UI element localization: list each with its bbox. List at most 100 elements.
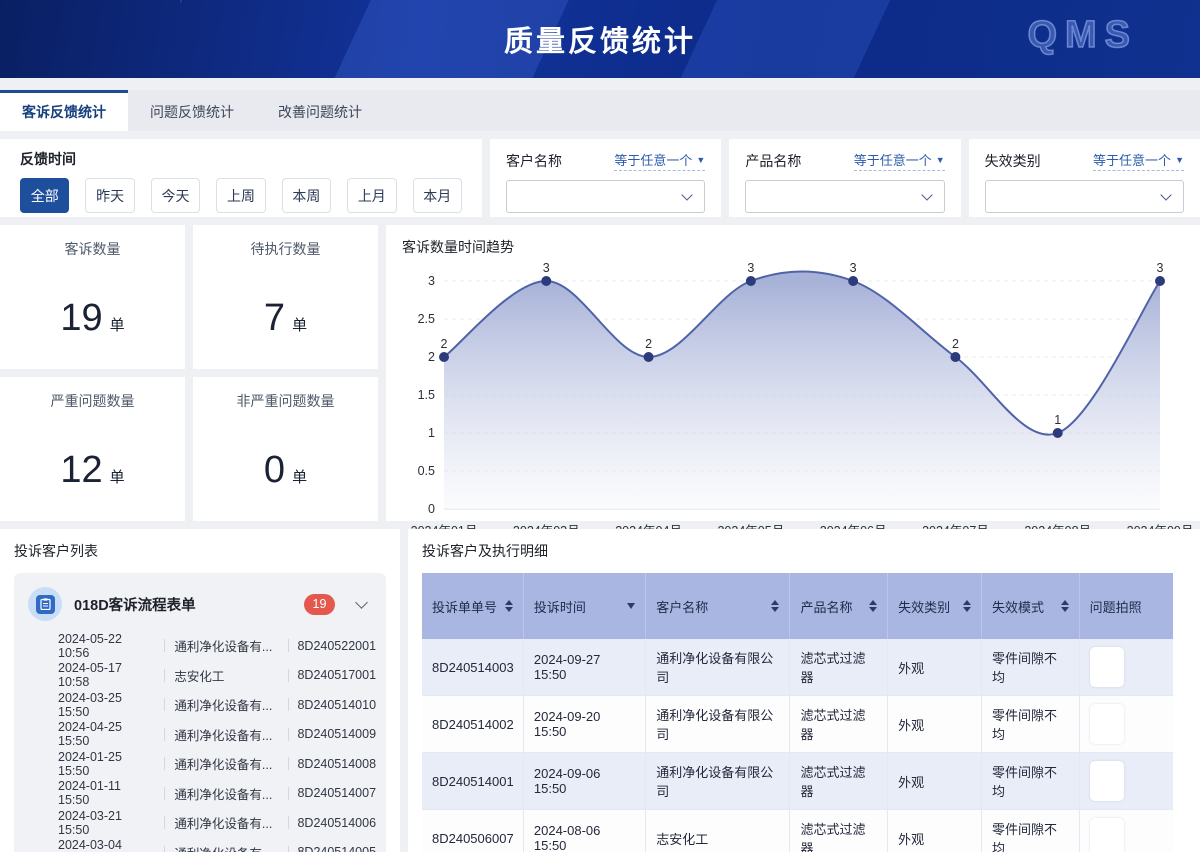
svg-text:1: 1: [1054, 413, 1061, 427]
tab-2[interactable]: 问题反馈统计: [128, 90, 256, 131]
svg-text:0: 0: [428, 502, 435, 516]
divider: [164, 787, 165, 800]
item-time: 2024-05-17 10:58: [58, 661, 155, 689]
product-select[interactable]: [745, 180, 944, 213]
app-header: 质量反馈统计 QMS: [0, 0, 1200, 78]
chevron-down-icon: [682, 189, 693, 200]
item-customer: 通利净化设备有...: [174, 695, 278, 714]
cell-time: 2024-09-27 15:50: [523, 639, 645, 696]
stat-card-3: 严重问题数量 12单: [0, 377, 185, 521]
divider: [164, 846, 165, 852]
divider: [164, 698, 165, 711]
photo-thumbnail[interactable]: [1090, 647, 1124, 687]
column-label: 问题拍照: [1090, 597, 1142, 616]
stat-card-1: 客诉数量19单: [0, 225, 185, 369]
divider: [288, 639, 289, 652]
failure-category-select[interactable]: [985, 180, 1184, 213]
cell-category: 外观: [888, 810, 982, 852]
list-item[interactable]: 2024-01-11 15:50通利净化设备有...8D240514007: [58, 779, 376, 809]
customer-select[interactable]: [506, 180, 705, 213]
failure-category-operator-link[interactable]: 等于任意一个▼: [1093, 150, 1184, 171]
list-item[interactable]: 2024-03-25 15:50通利净化设备有...8D240514010: [58, 690, 376, 720]
column-label: 投诉时间: [534, 597, 586, 616]
item-code: 8D240517001: [297, 668, 376, 682]
tab-1[interactable]: 客诉反馈统计: [0, 90, 128, 131]
clipboard-icon: [28, 587, 62, 621]
cell-customer: 志安化工: [646, 810, 790, 852]
time-button-今天[interactable]: 今天: [151, 178, 200, 213]
photo-thumbnail[interactable]: [1090, 704, 1124, 744]
item-time: 2024-03-25 15:50: [58, 691, 155, 719]
stat-card-4: 非严重问题数量0单: [193, 377, 378, 521]
detail-table-header: 投诉单单号投诉时间 客户名称产品名称失效类别失效模式问题拍照: [422, 573, 1173, 639]
product-filter-panel: 产品名称 等于任意一个▼: [729, 139, 960, 217]
divider: [164, 669, 165, 682]
trend-chart: 00.511.522.53232332132024年01月2024年03月202…: [402, 259, 1184, 543]
tab-3[interactable]: 改善问题统计: [256, 90, 384, 131]
cell-category: 外观: [888, 639, 982, 696]
svg-text:3: 3: [1157, 261, 1164, 275]
photo-thumbnail[interactable]: [1090, 818, 1124, 852]
cell-customer: 通利净化设备有限公司: [646, 639, 790, 696]
column-header-order_no[interactable]: 投诉单单号: [422, 573, 523, 639]
complaint-group-header[interactable]: 018D客诉流程表单 19: [24, 581, 376, 631]
divider: [164, 757, 165, 770]
customer-operator-link[interactable]: 等于任意一个▼: [614, 150, 705, 171]
time-button-昨天[interactable]: 昨天: [85, 178, 134, 213]
divider: [288, 846, 289, 852]
list-item[interactable]: 2024-03-21 15:50通利净化设备有...8D240514006: [58, 808, 376, 838]
stats-grid: 客诉数量19单待执行数量7单严重问题数量12单非严重问题数量0单: [0, 225, 378, 521]
list-item[interactable]: 2024-03-04 15:50通利净化设备有...8D240514005: [58, 838, 376, 852]
stat-label: 严重问题数量: [0, 391, 185, 411]
time-button-group: 全部昨天今天上周本周上月本月: [20, 178, 462, 213]
divider: [164, 728, 165, 741]
time-button-上周[interactable]: 上周: [216, 178, 265, 213]
stat-value: 0: [264, 449, 285, 491]
time-button-上月[interactable]: 上月: [347, 178, 396, 213]
complaint-group-name: 018D客诉流程表单: [74, 594, 292, 615]
item-customer: 志安化工: [174, 666, 278, 685]
column-header-mode[interactable]: 失效模式: [981, 573, 1079, 639]
cell-mode: 零件间隙不均: [981, 810, 1079, 852]
customer-filter-panel: 客户名称 等于任意一个▼: [490, 139, 721, 217]
cell-product: 滤芯式过滤器: [790, 639, 888, 696]
list-item[interactable]: 2024-01-25 15:50通利净化设备有...8D240514008: [58, 749, 376, 779]
column-header-photo: 问题拍照: [1079, 573, 1173, 639]
column-header-category[interactable]: 失效类别: [888, 573, 982, 639]
table-row[interactable]: 8D2405140032024-09-27 15:50通利净化设备有限公司滤芯式…: [422, 639, 1173, 696]
time-button-本月[interactable]: 本月: [413, 178, 462, 213]
list-item[interactable]: 2024-05-17 10:58 志安化工 8D240517001: [58, 661, 376, 691]
svg-text:3: 3: [543, 261, 550, 275]
product-operator-link[interactable]: 等于任意一个▼: [854, 150, 945, 171]
divider: [288, 669, 289, 682]
table-row[interactable]: 8D2405060072024-08-06 15:50志安化工滤芯式过滤器外观零…: [422, 810, 1173, 852]
count-badge: 19: [304, 594, 335, 615]
sort-icon: [505, 600, 513, 613]
list-item[interactable]: 2024-05-22 10:56通利净化设备有...8D240522001: [58, 631, 376, 661]
detail-table-panel: 投诉客户及执行明细 投诉单单号投诉时间客户名称产品名称失效类别失效模式问题拍照 …: [408, 529, 1200, 852]
photo-thumbnail[interactable]: [1090, 761, 1124, 801]
svg-text:2: 2: [441, 337, 448, 351]
column-header-product[interactable]: 产品名称: [790, 573, 888, 639]
sort-icon: [771, 600, 779, 613]
item-customer: 通利净化设备有...: [174, 636, 278, 655]
table-row[interactable]: 8D2405140022024-09-20 15:50通利净化设备有限公司滤芯式…: [422, 696, 1173, 753]
chevron-down-icon: [921, 189, 932, 200]
cell-photo: [1079, 810, 1173, 852]
cell-category: 外观: [888, 696, 982, 753]
table-row[interactable]: 8D2405140012024-09-06 15:50通利净化设备有限公司滤芯式…: [422, 753, 1173, 810]
item-customer: 通利净化设备有...: [174, 784, 278, 803]
list-item[interactable]: 2024-04-25 15:50通利净化设备有...8D240514009: [58, 720, 376, 750]
column-header-time[interactable]: 投诉时间: [523, 573, 645, 639]
feedback-time-label: 反馈时间: [20, 149, 462, 169]
stat-label: 非严重问题数量: [193, 391, 378, 411]
stat-value-wrap: 12单: [0, 449, 185, 492]
sort-icon: [869, 600, 877, 613]
time-button-全部[interactable]: 全部: [20, 178, 69, 213]
item-customer: 通利净化设备有...: [174, 813, 278, 832]
stat-unit: 单: [110, 317, 125, 334]
time-button-本周[interactable]: 本周: [282, 178, 331, 213]
cell-mode: 零件间隙不均: [981, 639, 1079, 696]
column-header-customer[interactable]: 客户名称: [646, 573, 790, 639]
chevron-down-icon[interactable]: [355, 596, 368, 609]
